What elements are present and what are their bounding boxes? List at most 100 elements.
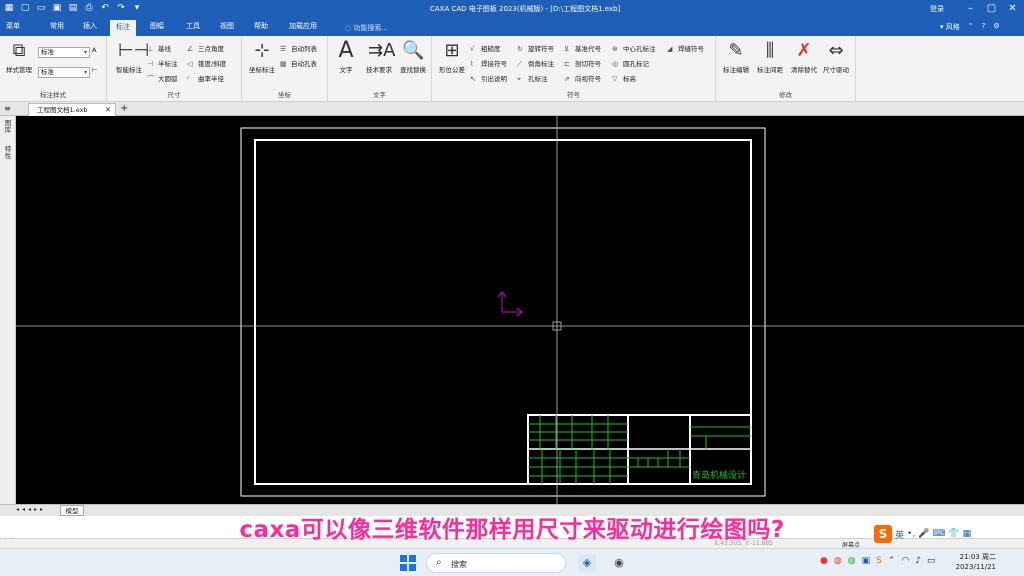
style-manager-button[interactable]: ⧉ 样式管理: [0, 40, 38, 74]
tab-view[interactable]: 视图: [220, 21, 234, 31]
text-style-icon[interactable]: A: [92, 46, 96, 54]
auto-list-button[interactable]: ☰ 自动列表: [280, 43, 317, 53]
auto-hole-table-label: 自动孔表: [291, 60, 317, 68]
settings-icon[interactable]: ⚙: [993, 22, 999, 32]
drawing-canvas[interactable]: 青岛机械设计: [16, 116, 1024, 504]
elevation-label: 标高: [623, 75, 636, 83]
ribbon-right-controls: ▾ 风格 ⌃ ? ⚙: [940, 22, 1000, 32]
caxa-app-icon[interactable]: ◈: [578, 554, 596, 572]
tab-menu-icon[interactable]: ≡: [4, 104, 11, 113]
dim-spacing-label: 标注间距: [757, 66, 783, 74]
rotate-symbol-button[interactable]: ↻ 旋转符号: [517, 43, 554, 53]
tab-sheet[interactable]: 图幅: [150, 21, 164, 31]
save-as-icon[interactable]: ▤: [68, 3, 78, 13]
record-indicator-icon[interactable]: ●: [820, 556, 828, 566]
sogou-tray-icon[interactable]: S: [876, 556, 882, 566]
smart-dim-button[interactable]: ⊢⊣ 智能标注: [109, 40, 149, 74]
half-dim-button[interactable]: ⊣ 半标注: [147, 58, 178, 68]
rotate-symbol-label: 旋转符号: [528, 45, 554, 53]
round-hole-mark-button[interactable]: ◎ 圆孔标记: [612, 58, 649, 68]
volume-icon[interactable]: ♪: [915, 556, 921, 566]
dim-edit-label: 标注编辑: [723, 66, 749, 74]
taper-icon: ◁: [187, 60, 193, 68]
section-symbol-button[interactable]: ⊏ 剖切符号: [564, 58, 601, 68]
hole-dim-button[interactable]: ⌖ 孔标注: [517, 73, 548, 84]
form-tolerance-button[interactable]: ⊞ 形位公差: [432, 40, 472, 74]
taskbar-clock[interactable]: 21:03 周二 2023/11/21: [954, 552, 996, 572]
ribbon-group-coordinate: ⊹ 坐标标注 ☰ 自动列表 ▦ 自动孔表 坐标: [242, 36, 328, 102]
leader-note-button[interactable]: ↖ 引出说明: [470, 73, 507, 83]
tab-tools[interactable]: 工具: [186, 21, 200, 31]
minimize-icon[interactable]: –: [960, 1, 981, 17]
chamfer-icon: ⟋: [517, 60, 522, 68]
chamfer-dim-button[interactable]: ⟋ 倒角标注: [517, 58, 554, 69]
large-arc-label: 大圆弧: [158, 75, 178, 83]
new-file-icon[interactable]: ▢: [20, 3, 30, 13]
wifi-icon[interactable]: ◠: [901, 556, 909, 566]
save-icon[interactable]: ▣: [52, 3, 62, 13]
title-block: 青岛机械设计: [527, 414, 752, 485]
close-icon[interactable]: ✕: [1002, 1, 1023, 17]
login-button[interactable]: 登录: [930, 4, 944, 14]
app-tray-icon-red[interactable]: ◍: [834, 556, 842, 566]
auto-hole-table-button[interactable]: ▦ 自动孔表: [280, 58, 317, 68]
rotate-icon: ↻: [517, 45, 523, 53]
tab-annotate[interactable]: 标注: [110, 20, 136, 36]
customize-dropdown-icon[interactable]: ▾: [132, 3, 142, 13]
weld-symbol-button[interactable]: ⌇ 焊接符号: [470, 58, 507, 68]
dim-style-icon[interactable]: ⊢: [92, 66, 98, 74]
tab-common[interactable]: 常用: [50, 21, 64, 31]
baseline-dim-button[interactable]: ⊥ 基线: [147, 43, 171, 53]
properties-panel-tab[interactable]: 特性: [3, 146, 13, 160]
tech-req-button[interactable]: ⇉A 技术要求: [360, 40, 398, 74]
app-menu-icon[interactable]: ▦: [4, 3, 14, 13]
tab-help[interactable]: 帮助: [254, 21, 268, 31]
dim-drive-button[interactable]: ⇔ 尺寸驱动: [816, 40, 856, 74]
coord-dim-button[interactable]: ⊹ 坐标标注: [242, 40, 282, 74]
large-arc-button[interactable]: ⌒ 大圆弧: [147, 73, 178, 84]
view-arrow-icon: ⇗: [564, 75, 570, 83]
roughness-button[interactable]: √ 粗糙度: [470, 43, 501, 53]
open-folder-icon[interactable]: ▭: [36, 3, 46, 13]
three-point-angle-button[interactable]: ∠ 三点角度: [187, 43, 224, 53]
taskbar-search[interactable]: ⌕ 搜索: [426, 553, 566, 573]
tab-load-apps[interactable]: 加载应用: [289, 21, 317, 31]
ribbon-minimize-icon[interactable]: ⌃: [968, 22, 974, 32]
arc-icon: ⌒: [147, 75, 154, 83]
style-selector[interactable]: ▾ 风格: [940, 22, 960, 32]
feature-search[interactable]: ◌ 功能搜索...: [345, 23, 388, 33]
obs-app-icon[interactable]: ◉: [610, 554, 628, 572]
add-tab-icon[interactable]: +: [120, 103, 128, 115]
tab-menu[interactable]: 菜单: [6, 21, 20, 31]
left-side-panel: 图库 特性: [0, 116, 16, 504]
elevation-button[interactable]: ▽ 标高: [612, 73, 636, 83]
tab-insert[interactable]: 插入: [83, 21, 97, 31]
taper-slope-button[interactable]: ◁ 锥度/斜度: [187, 58, 226, 68]
datum-symbol-button[interactable]: ⊻ 基准代号: [564, 43, 601, 53]
maximize-icon[interactable]: ▢: [981, 1, 1002, 17]
document-tab[interactable]: 工程图文档1.exb ✕: [28, 103, 116, 116]
spell-check-button[interactable]: 🔍 查找替换: [394, 40, 432, 74]
print-icon[interactable]: ⎙: [84, 3, 94, 13]
seam-symbol-button[interactable]: ◢ 焊缝符号: [667, 43, 704, 53]
dim-style-combo[interactable]: 标准: [38, 67, 90, 78]
app-tray-icon-blue[interactable]: ▣: [862, 556, 871, 566]
battery-icon[interactable]: ▭: [927, 556, 936, 566]
find-replace-icon: 🔍: [402, 40, 425, 61]
text-button[interactable]: A 文字: [328, 40, 364, 75]
seam-icon: ◢: [667, 45, 673, 53]
hole-table-icon: ▦: [280, 60, 287, 68]
library-panel-tab[interactable]: 图库: [3, 120, 13, 134]
view-direction-button[interactable]: ⇗ 向视符号: [564, 73, 601, 83]
text-style-combo[interactable]: 标准: [38, 47, 90, 58]
app-tray-icon-green[interactable]: ◍: [848, 556, 856, 566]
weld-icon: ⌇: [470, 60, 474, 68]
close-tab-icon[interactable]: ✕: [105, 104, 111, 116]
undo-icon[interactable]: ↶: [100, 3, 110, 13]
chevron-up-icon[interactable]: ⌃: [888, 556, 896, 566]
question-icon[interactable]: ?: [982, 22, 986, 32]
center-hole-button[interactable]: ⊕ 中心孔标注: [612, 43, 656, 53]
windows-start-icon[interactable]: [400, 555, 416, 571]
redo-icon[interactable]: ↷: [116, 3, 126, 13]
curvature-radius-button[interactable]: ◜ 曲率半径: [187, 73, 224, 83]
